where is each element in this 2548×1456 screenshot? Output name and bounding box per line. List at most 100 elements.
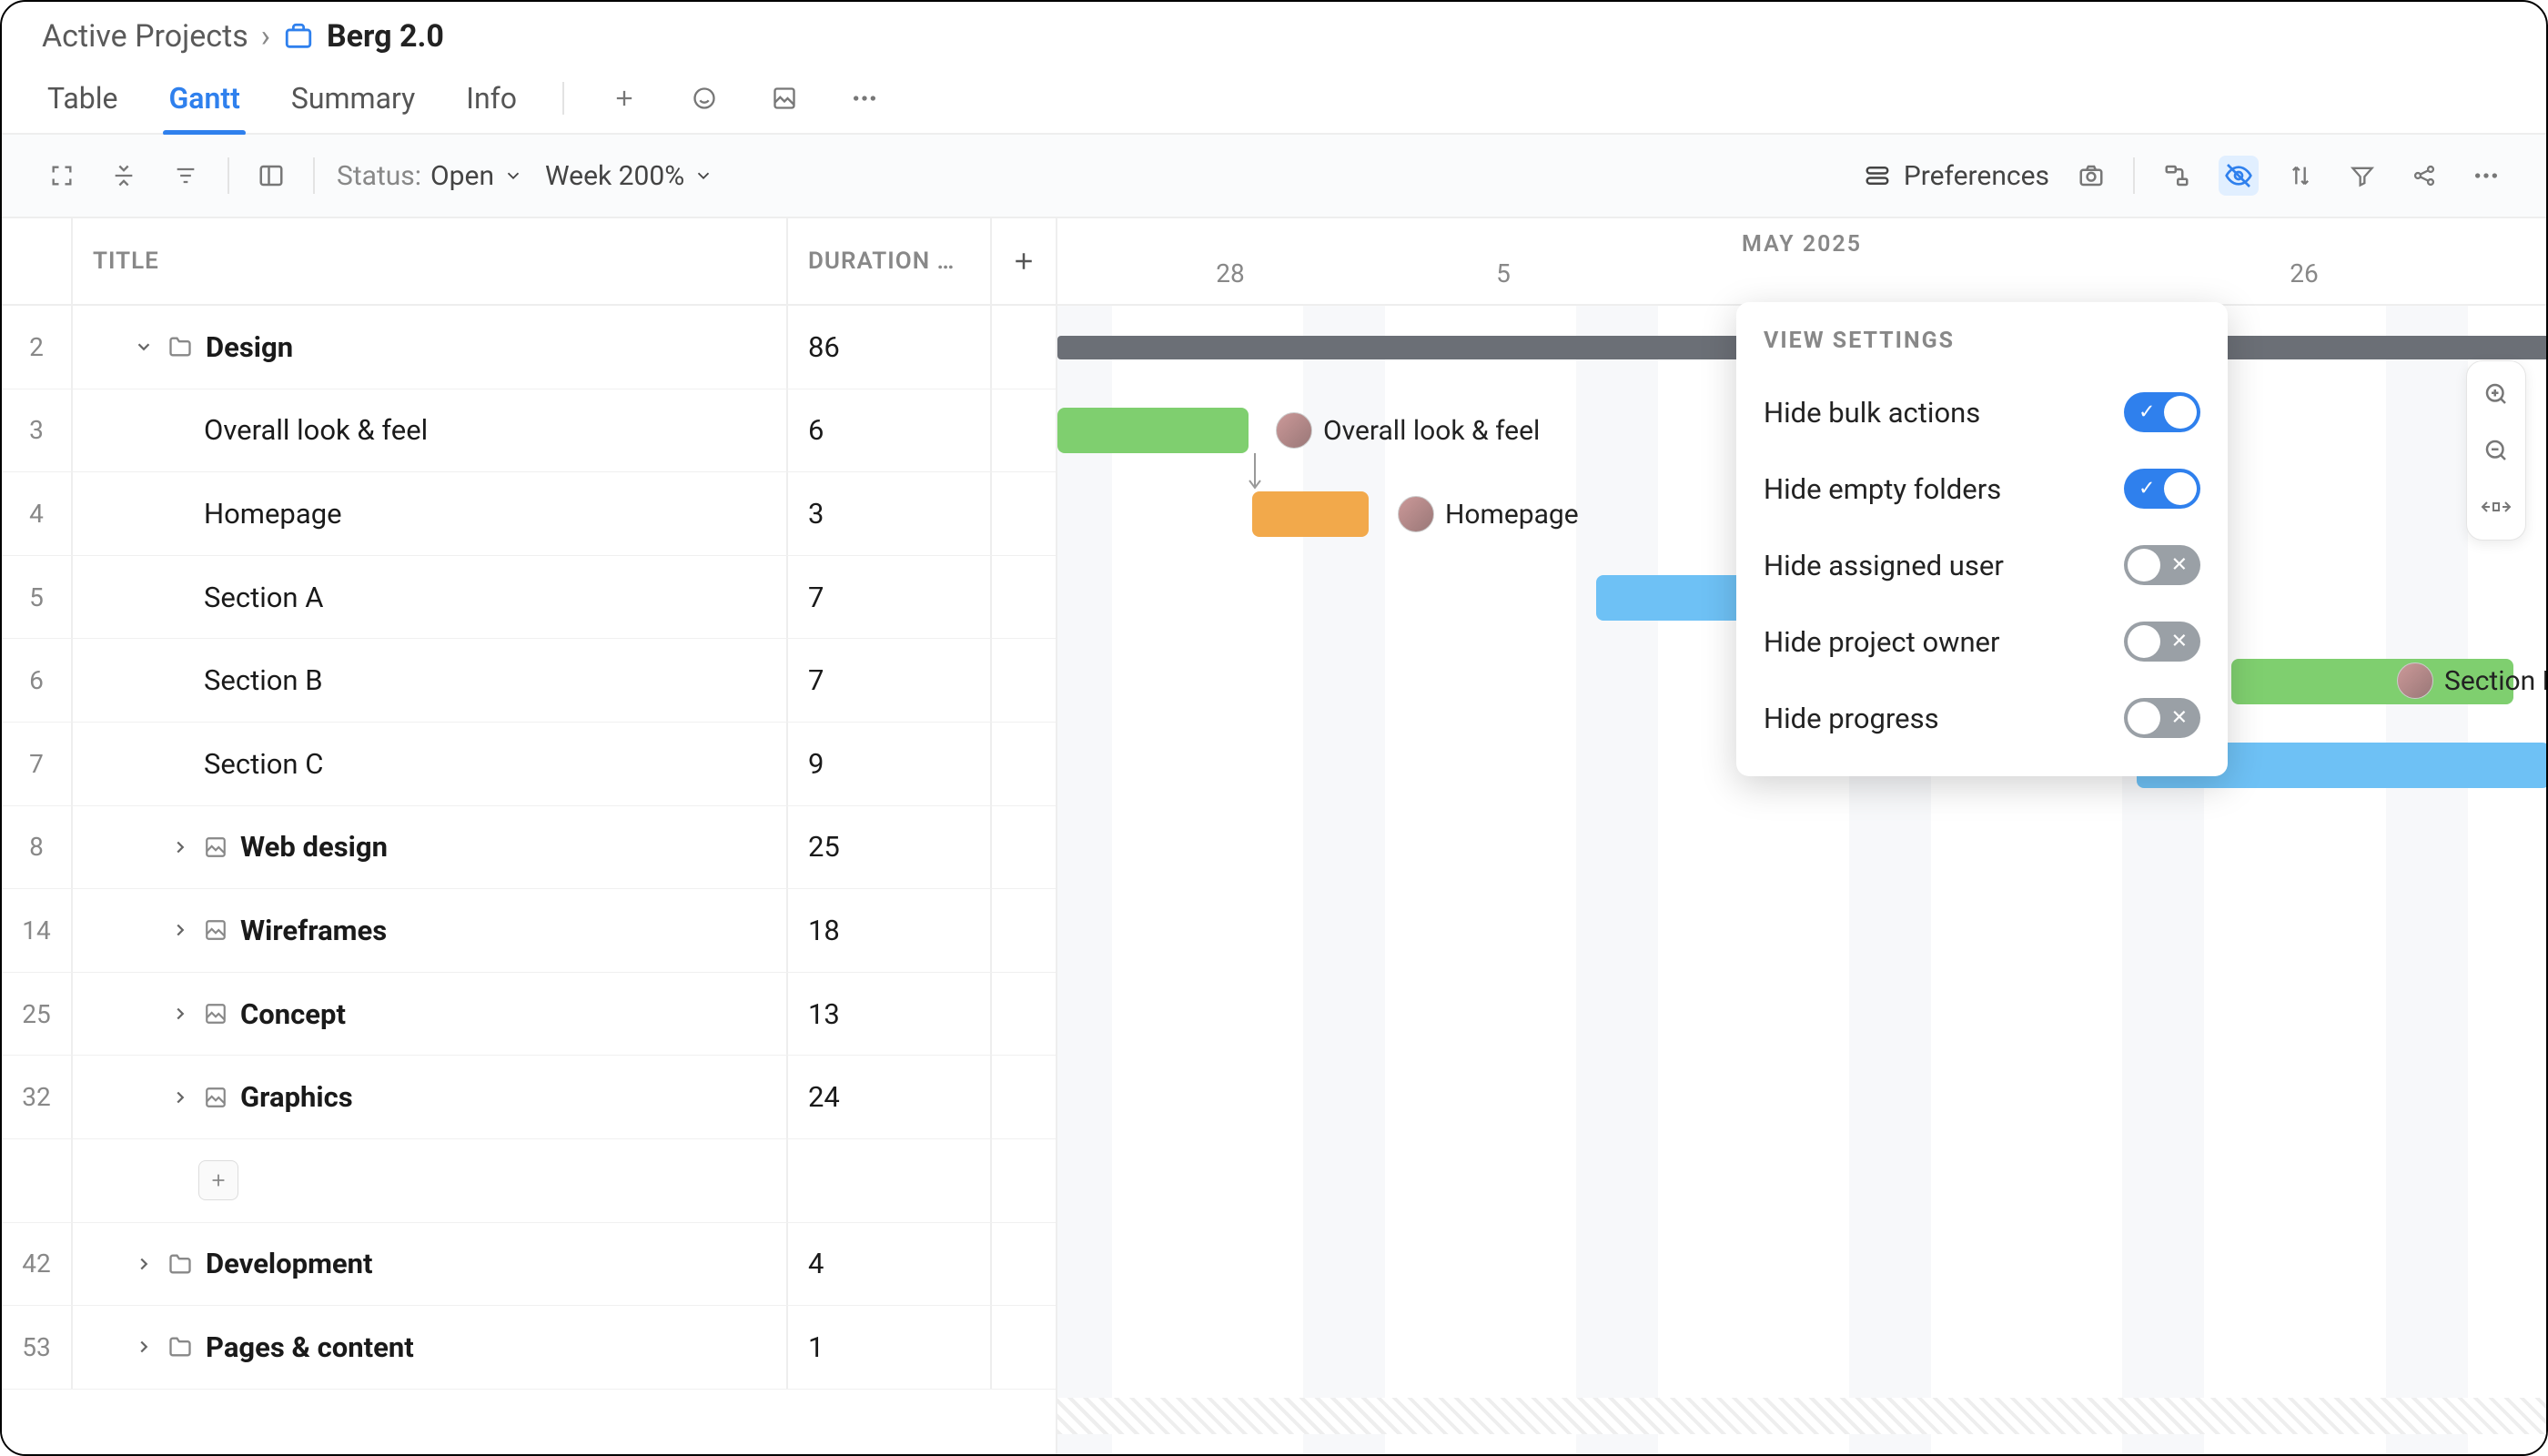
chevron-right-icon[interactable]: [133, 1254, 155, 1274]
task-title: Overall look & feel: [204, 413, 428, 447]
fit-to-screen-button[interactable]: [2476, 487, 2516, 527]
row-number: 4: [2, 472, 73, 555]
add-column-button[interactable]: [992, 218, 1056, 304]
row-duration[interactable]: 18: [788, 889, 992, 972]
more-icon[interactable]: [844, 78, 885, 118]
main-area: TITLE DURATION … 2Design863Overall look …: [2, 218, 2546, 1454]
weekend-stripe: [2386, 306, 2468, 1454]
timeline-days: 28 5 26: [1057, 258, 2546, 295]
row-title-cell[interactable]: Pages & content: [73, 1306, 788, 1389]
toggle-switch[interactable]: ✓: [2124, 469, 2200, 509]
toggle-switch[interactable]: ✕: [2124, 545, 2200, 585]
avatar: [1398, 496, 1434, 532]
row-number: 2: [2, 306, 73, 389]
filter-icon[interactable]: [2342, 156, 2382, 196]
divider: [562, 82, 564, 115]
sort-icon[interactable]: [2280, 156, 2320, 196]
task-row[interactable]: 2Design86: [2, 306, 1056, 389]
tab-gantt[interactable]: Gantt: [163, 63, 245, 134]
task-row[interactable]: 32Graphics24: [2, 1056, 1056, 1139]
row-duration[interactable]: 7: [788, 556, 992, 639]
fullscreen-icon[interactable]: [42, 156, 82, 196]
row-duration[interactable]: 25: [788, 806, 992, 889]
col-title[interactable]: TITLE: [73, 218, 788, 304]
chevron-right-icon[interactable]: [169, 837, 191, 857]
filter-rows-icon[interactable]: [166, 156, 206, 196]
row-title-cell[interactable]: Development: [73, 1223, 788, 1306]
task-row[interactable]: 42Development4: [2, 1223, 1056, 1307]
chevron-right-icon[interactable]: [169, 1004, 191, 1024]
status-value: Open: [430, 160, 494, 192]
emoji-icon[interactable]: [684, 78, 724, 118]
task-bar-overall[interactable]: [1057, 408, 1249, 453]
tab-info[interactable]: Info: [460, 63, 522, 134]
row-duration[interactable]: 3: [788, 472, 992, 555]
camera-icon[interactable]: [2071, 156, 2111, 196]
tab-summary[interactable]: Summary: [286, 63, 420, 134]
row-title-cell[interactable]: Web design: [73, 806, 788, 889]
task-row[interactable]: 25Concept13: [2, 973, 1056, 1057]
row-title-cell[interactable]: Concept: [73, 973, 788, 1056]
status-filter[interactable]: Status: Open: [337, 160, 523, 192]
row-title-cell[interactable]: Section B: [73, 639, 788, 722]
chevron-down-icon: [503, 166, 523, 186]
briefcase-icon: [283, 21, 314, 52]
col-rownum: [2, 218, 73, 304]
col-duration[interactable]: DURATION …: [788, 218, 992, 304]
tab-table[interactable]: Table: [42, 63, 123, 134]
toggle-switch[interactable]: ✓: [2124, 392, 2200, 432]
collapse-vertical-icon[interactable]: [104, 156, 144, 196]
task-row[interactable]: 6Section B7: [2, 639, 1056, 723]
zoom-selector[interactable]: Week 200%: [545, 160, 713, 192]
task-title: Homepage: [204, 497, 342, 531]
task-row[interactable]: 7Section C9: [2, 723, 1056, 806]
add-row-button[interactable]: [198, 1160, 238, 1200]
row-duration[interactable]: 13: [788, 973, 992, 1056]
dependencies-icon[interactable]: [2157, 156, 2197, 196]
task-title: Concept: [240, 997, 346, 1031]
visibility-icon[interactable]: [2219, 156, 2259, 196]
toggle-switch[interactable]: ✕: [2124, 698, 2200, 738]
row-duration[interactable]: 24: [788, 1056, 992, 1138]
row-title-cell[interactable]: Section C: [73, 723, 788, 805]
row-duration[interactable]: 86: [788, 306, 992, 389]
row-title-cell[interactable]: Wireframes: [73, 889, 788, 972]
preferences-button[interactable]: Preferences: [1864, 160, 2049, 192]
row-title-cell[interactable]: Section A: [73, 556, 788, 639]
toolbar: Status: Open Week 200% Preferences: [2, 135, 2546, 218]
image-icon[interactable]: [764, 78, 804, 118]
zoom-in-button[interactable]: [2476, 374, 2516, 414]
zoom-out-button[interactable]: [2476, 430, 2516, 470]
row-title-cell[interactable]: Design: [73, 306, 788, 389]
chevron-right-icon[interactable]: [169, 1087, 191, 1107]
toggle-switch[interactable]: ✕: [2124, 622, 2200, 662]
task-row[interactable]: 3 Overall look & feel 6: [2, 389, 1056, 473]
task-row[interactable]: 14Wireframes18: [2, 889, 1056, 973]
more-icon[interactable]: [2466, 156, 2506, 196]
task-row[interactable]: [2, 1139, 1056, 1223]
task-bar-section-a[interactable]: [1596, 575, 1755, 621]
task-bar-label: Homepage: [1398, 496, 1579, 532]
row-duration[interactable]: 9: [788, 723, 992, 805]
chevron-right-icon[interactable]: [133, 1337, 155, 1357]
task-row[interactable]: 4 Homepage 3: [2, 472, 1056, 556]
share-icon[interactable]: [2404, 156, 2444, 196]
row-title-cell[interactable]: Overall look & feel: [73, 389, 788, 472]
chevron-right-icon[interactable]: [169, 920, 191, 940]
row-duration[interactable]: 6: [788, 389, 992, 472]
panel-toggle-icon[interactable]: [251, 156, 291, 196]
breadcrumb-parent[interactable]: Active Projects: [42, 18, 248, 55]
row-title-cell[interactable]: Homepage: [73, 472, 788, 555]
row-duration[interactable]: 1: [788, 1306, 992, 1389]
row-number: 5: [2, 556, 73, 639]
row-number: 3: [2, 389, 73, 472]
task-row[interactable]: 53Pages & content1: [2, 1306, 1056, 1390]
row-title-cell[interactable]: Graphics: [73, 1056, 788, 1138]
add-tab-button[interactable]: [604, 78, 644, 118]
task-row[interactable]: 5Section A7: [2, 556, 1056, 640]
task-row[interactable]: 8Web design25: [2, 806, 1056, 890]
task-bar-homepage[interactable]: [1252, 491, 1369, 537]
row-duration[interactable]: 7: [788, 639, 992, 722]
chevron-down-icon[interactable]: [133, 337, 155, 357]
row-duration[interactable]: 4: [788, 1223, 992, 1306]
